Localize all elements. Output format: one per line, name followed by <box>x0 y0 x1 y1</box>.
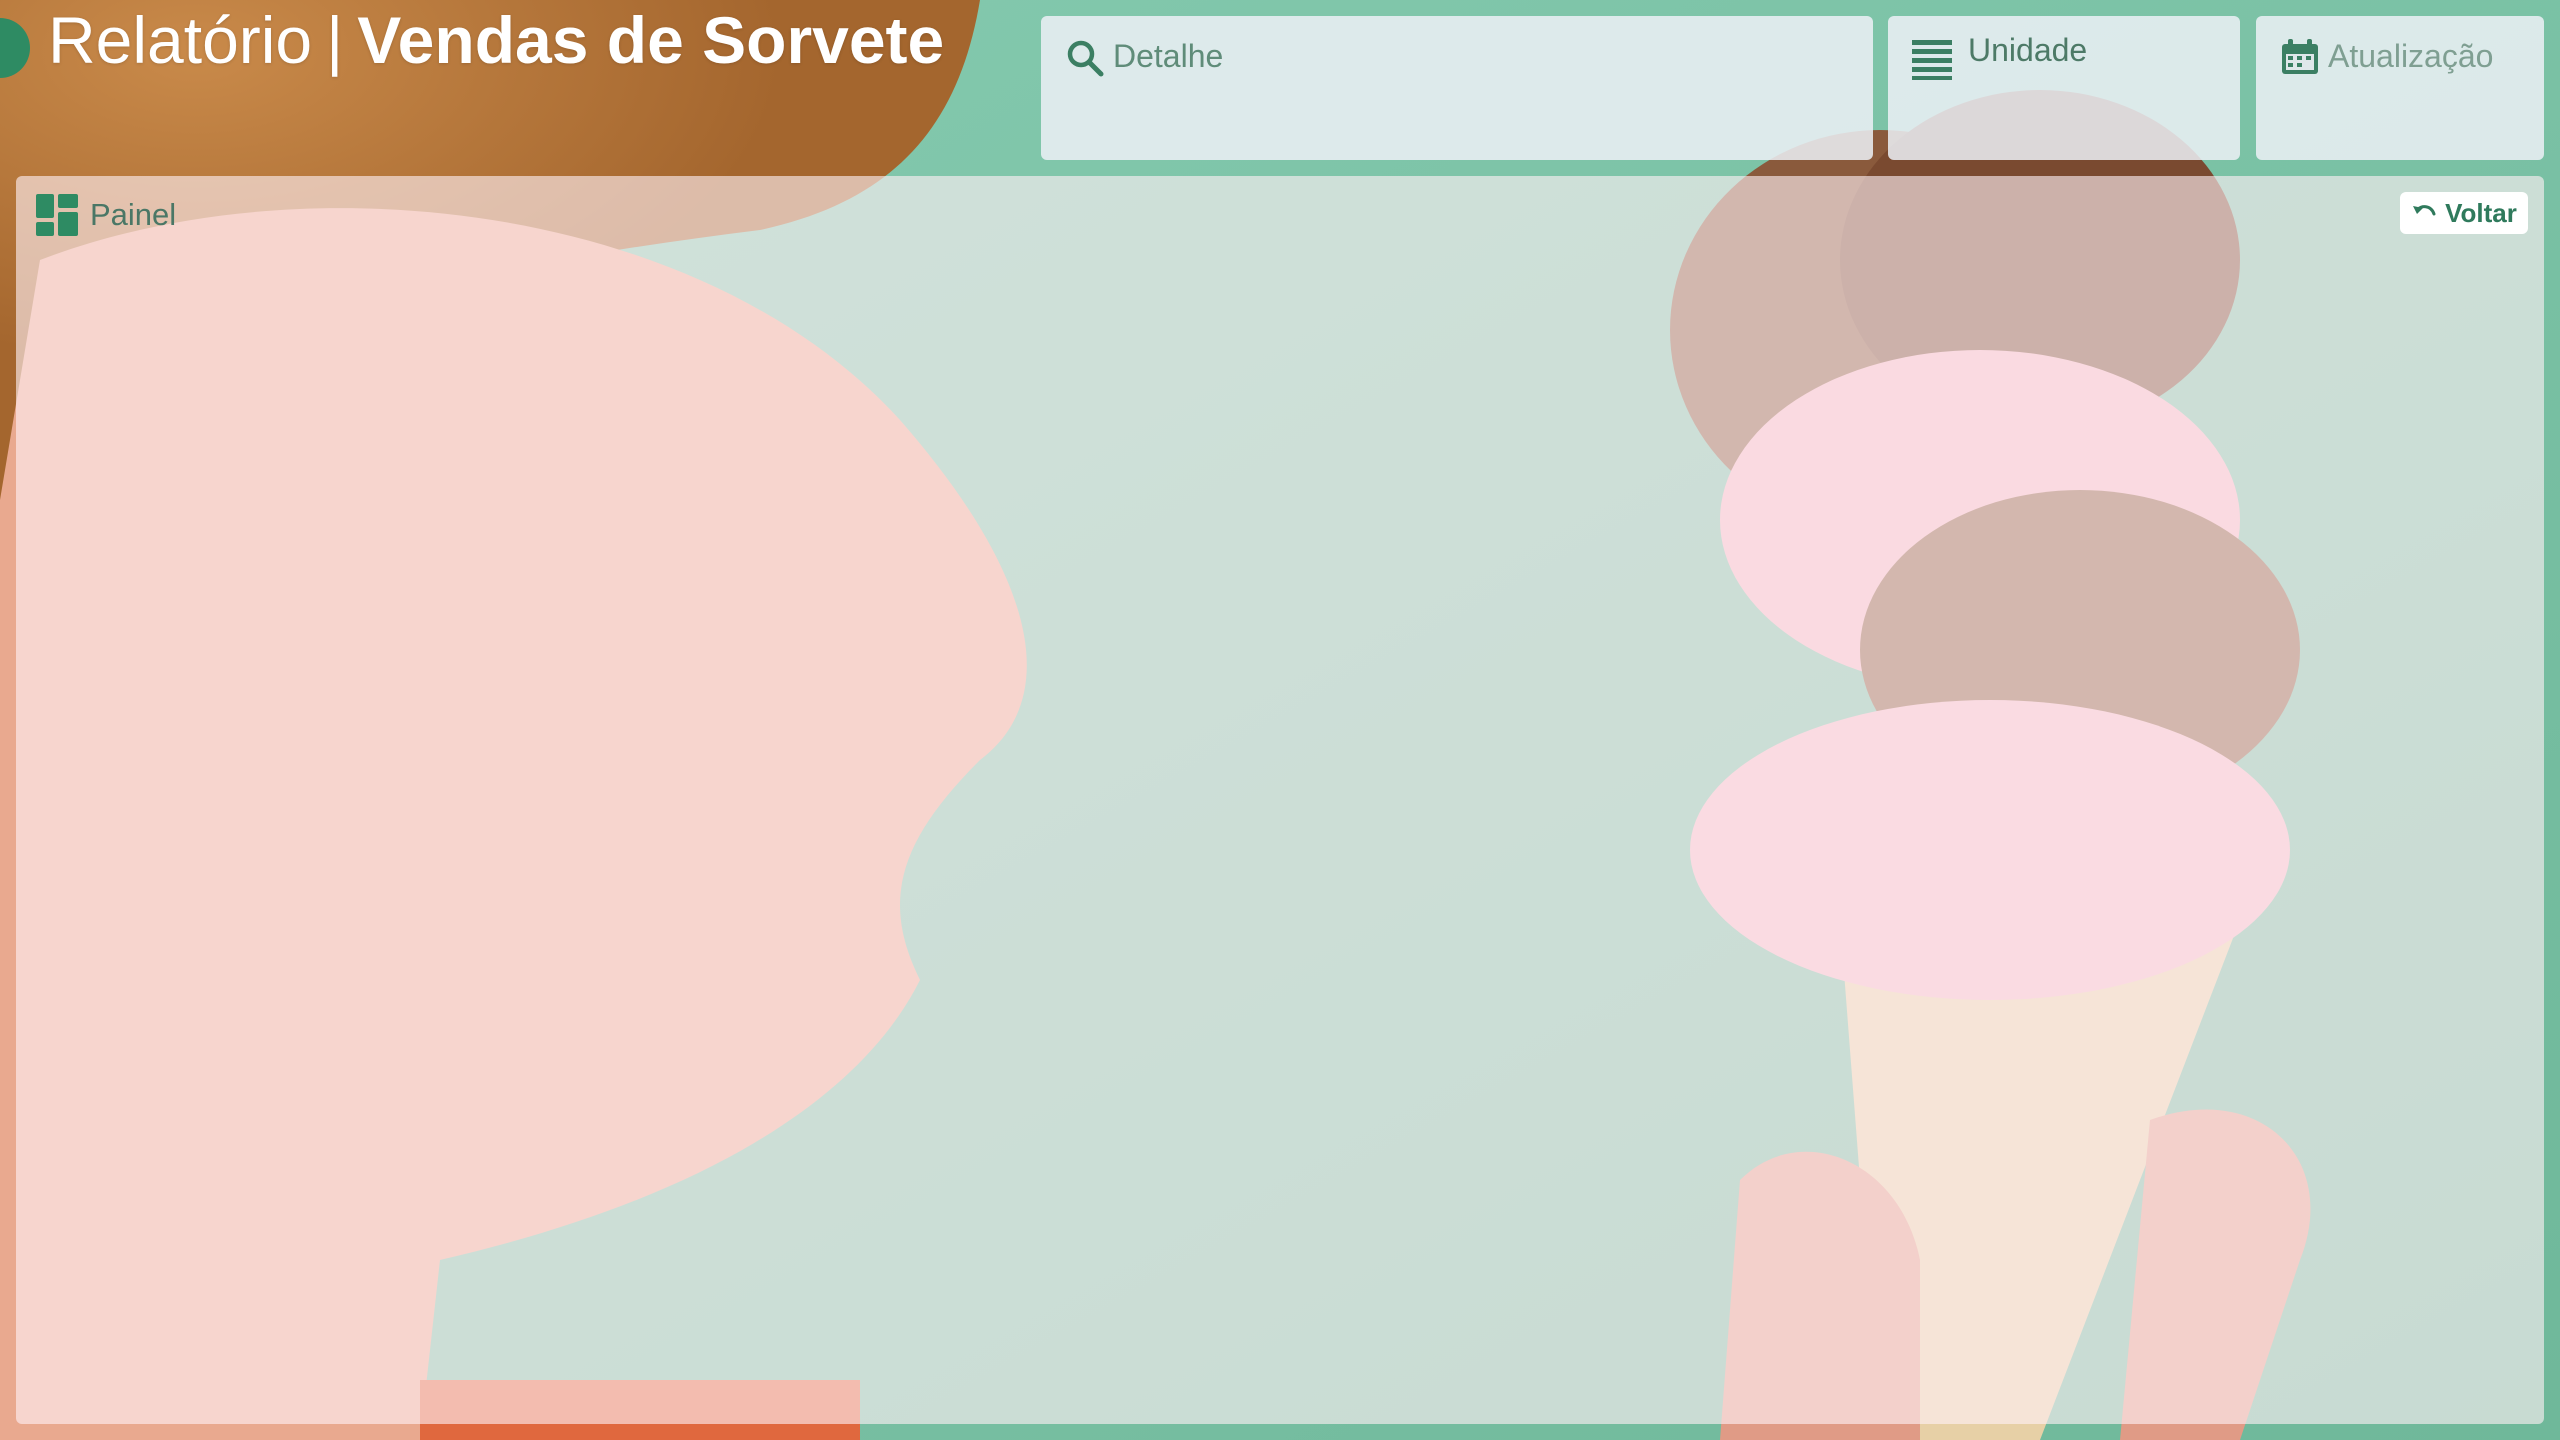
panel-header: Painel <box>36 194 176 236</box>
page-title-separator: | <box>326 3 344 77</box>
unit-filter-label: Unidade <box>1968 32 2088 68</box>
unit-filter-card[interactable]: Unidade <box>1888 16 2240 160</box>
update-filter-label: Atualização <box>2328 38 2494 74</box>
detail-filter-card[interactable]: Detalhe <box>1041 16 1873 160</box>
page-title-prefix: Relatório <box>48 3 313 77</box>
undo-arrow-icon <box>2413 205 2436 216</box>
calendar-icon <box>2282 39 2318 74</box>
page-title-main: Vendas de Sorvete <box>357 3 945 77</box>
back-button-label: Voltar <box>2445 197 2517 228</box>
update-filter-card[interactable]: Atualização <box>2256 16 2544 160</box>
dashboard-panel: Painel Voltar <box>16 176 2544 1424</box>
detail-filter-label: Detalhe <box>1113 38 1224 74</box>
back-button[interactable]: Voltar <box>2400 192 2528 234</box>
dashboard-grid-icon <box>36 194 78 236</box>
page-title: Relatório | Vendas de Sorvete <box>48 2 944 78</box>
list-lines-icon <box>1912 40 1952 80</box>
search-icon <box>1067 40 1104 77</box>
panel-title: Painel <box>90 197 177 232</box>
